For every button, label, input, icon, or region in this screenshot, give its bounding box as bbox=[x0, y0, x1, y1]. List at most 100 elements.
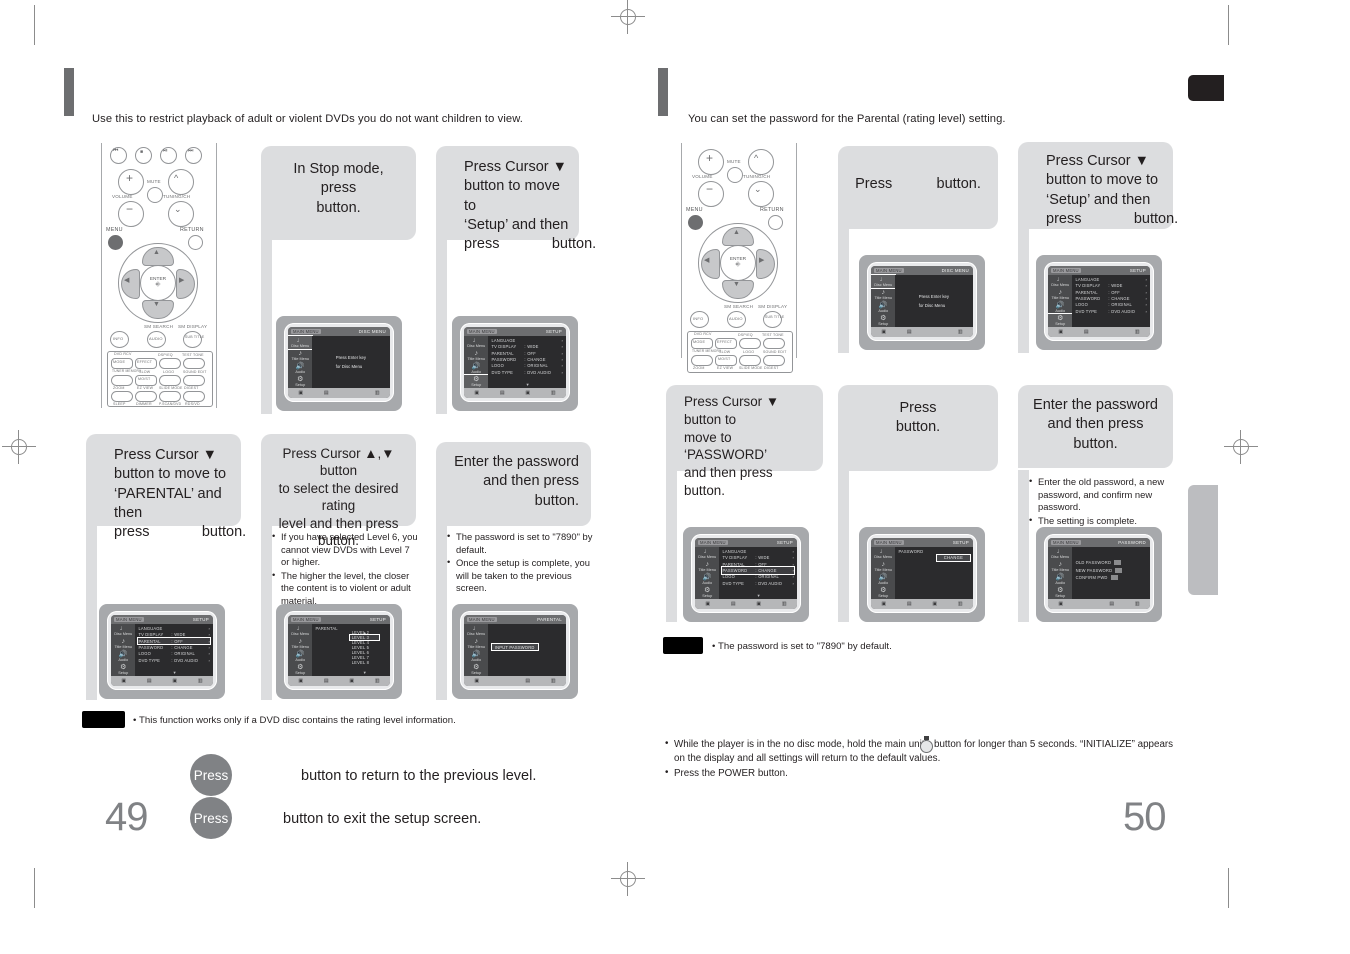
row-arrow: › bbox=[208, 651, 210, 657]
botbar-icon-3: ▣ bbox=[756, 601, 762, 608]
r-test-tone-label: TEST TONE bbox=[762, 333, 784, 337]
row-arrow: › bbox=[561, 357, 563, 363]
rstep3-screen: MAIN MENU SETUP ♩ Disc Menu ♪ Title Menu 🔊… bbox=[683, 527, 809, 622]
test-tone-button bbox=[183, 358, 205, 369]
step3-sidebar-label-3: Setup bbox=[118, 670, 129, 675]
rstep1-sidebar-label-0: Disc Menu bbox=[874, 282, 893, 287]
r-dvd-rcv-group-label: DVD RCV bbox=[694, 332, 712, 336]
scroll-down-icon: ▼ bbox=[362, 670, 367, 676]
r-test-tone-button bbox=[763, 338, 785, 349]
step1-sidebar-label-1: Title Menu bbox=[291, 356, 310, 361]
step2-sidebar-label-1: Title Menu bbox=[467, 356, 486, 361]
right-gray-tab bbox=[1188, 485, 1218, 595]
gear-icon: ⚙ bbox=[880, 586, 887, 594]
row-name: TV DISPLAY bbox=[722, 555, 748, 561]
botbar-icon-4: ▥ bbox=[957, 329, 963, 336]
rstep4-line-2: button. bbox=[895, 419, 941, 436]
r-return-label: RETURN bbox=[760, 207, 784, 213]
title-icon: ♪ bbox=[121, 637, 125, 645]
rstep1-sidebar-disc-menu: ♩ Disc Menu bbox=[871, 273, 897, 289]
step4-osd-title-left: MAIN MENU bbox=[291, 616, 321, 622]
row-name: TV DISPLAY bbox=[1075, 283, 1101, 289]
row-value: OFF bbox=[1111, 289, 1120, 295]
zoom-label: ZOOM bbox=[113, 386, 125, 390]
step4-osd-title-right: SETUP bbox=[369, 617, 386, 622]
row-arrow: › bbox=[1145, 283, 1147, 289]
footer-press-circle-2[interactable]: Press bbox=[190, 797, 232, 839]
disc-icon: ♩ bbox=[472, 336, 480, 344]
subtitle-button bbox=[183, 331, 202, 348]
step3-sidebar-label-2: Audio bbox=[118, 657, 129, 662]
minus-glyph: − bbox=[126, 202, 134, 216]
rstep3-osd-title-right: SETUP bbox=[776, 540, 793, 545]
row-name: TV DISPLAY bbox=[491, 344, 517, 350]
step5-sidebar-label-3: Setup bbox=[471, 670, 482, 675]
r-tuning-up-button bbox=[748, 149, 774, 175]
row-name: DVD TYPE bbox=[138, 657, 161, 663]
rstep3-row-5: DVD TYPE: DVD AUDIO › bbox=[722, 580, 794, 586]
rstep1-sidebar-setup: ⚙ Setup bbox=[871, 314, 895, 327]
rstep5-sidebar-label-1: Title Menu bbox=[1051, 567, 1070, 572]
audio-btn-label: AUDIO bbox=[149, 336, 163, 341]
step4-note-2: The higher the level, the closer the con… bbox=[272, 569, 420, 608]
new-password-label: NEW PASSWORD bbox=[1075, 567, 1113, 573]
chevron-down-icon: ▼ bbox=[153, 301, 160, 308]
step5-notes: The password is set to "7890" by default… bbox=[447, 530, 599, 596]
step5-sidebar-label-2: Audio bbox=[471, 657, 482, 662]
rstep1-sidebar-label-3: Setup bbox=[878, 321, 889, 326]
r-leader-step1 bbox=[838, 228, 849, 353]
step5-screen: MAIN MENU PARENTAL ♩ Disc Menu ♪ Title Men… bbox=[452, 604, 578, 699]
right-intro-text: You can set the password for the Parenta… bbox=[688, 113, 1006, 125]
remote-control-left: ⏮ ■ ⏯ ⏭ + − VOLUME MUTE ^ ⌄ TUNING/CH ME… bbox=[101, 143, 217, 408]
speaker-icon: 🔊 bbox=[118, 650, 128, 658]
old-password-label: OLD PASSWORD bbox=[1075, 560, 1112, 566]
rstep5-notes: Enter the old password, a new password, … bbox=[1029, 475, 1179, 528]
row-name: TV DISPLAY bbox=[138, 632, 164, 638]
rstep3-balloon: Press Cursor ▼ button to move to ‘PASSWO… bbox=[666, 385, 823, 498]
r-sound-edit-label: SOUND EDIT bbox=[763, 350, 787, 354]
row-arrow: › bbox=[561, 344, 563, 350]
botbar-icon-3: ▣ bbox=[932, 601, 938, 608]
rstep2-screen: MAIN MENU SETUP ♩ Disc Menu ♪ Title Menu 🔊… bbox=[1036, 255, 1162, 350]
r-menu-label: MENU bbox=[686, 207, 703, 213]
rstep2-osd-title-left: MAIN MENU bbox=[1051, 267, 1081, 273]
speaker-icon: 🔊 bbox=[702, 573, 712, 581]
r-tuner-memory-button bbox=[691, 355, 713, 366]
step4-sidebar-label-1: Title Menu bbox=[291, 644, 310, 649]
dsp-eq-button bbox=[159, 358, 181, 369]
gear-icon: ⚙ bbox=[880, 314, 887, 322]
r-dsp-eq-label: DSP/EQ bbox=[738, 333, 753, 337]
prev-glyph: ⏮ bbox=[113, 148, 119, 154]
footer-press-circle-1[interactable]: Press bbox=[190, 754, 232, 796]
row-arrow: › bbox=[561, 350, 563, 356]
rstep4-sidebar-label-0: Disc Menu bbox=[874, 554, 893, 559]
step1-line-3: button. bbox=[316, 199, 361, 216]
rstep4-balloon: Press button. bbox=[838, 385, 998, 471]
row-name: LOGO bbox=[1075, 302, 1088, 308]
rstep1-sidebar-label-2: Audio bbox=[878, 308, 889, 313]
disc-icon: ♩ bbox=[1056, 547, 1064, 555]
row-arrow: › bbox=[561, 338, 563, 344]
step5-sidebar-label-0: Disc Menu bbox=[467, 631, 486, 636]
step4-screen: MAIN MENU SETUP ♩ Disc Menu ♪ Title Menu 🔊… bbox=[276, 604, 402, 699]
step3-sidebar-setup: ⚙ Setup bbox=[111, 663, 135, 676]
r-chev-down-glyph: ⌄ bbox=[754, 184, 762, 194]
row-name: PARENTAL bbox=[722, 561, 745, 567]
rstep3-line-3: and then press bbox=[684, 465, 773, 481]
rstep3-osd-title-left: MAIN MENU bbox=[698, 539, 728, 545]
sm-display-label: SM DISPLAY bbox=[178, 324, 208, 329]
r-leader-step3 bbox=[666, 470, 677, 622]
right-thumb-tab bbox=[1188, 75, 1224, 101]
rstep2-sidebar-audio: 🔊 Audio bbox=[1048, 301, 1072, 314]
row-arrow: › bbox=[792, 561, 794, 567]
level-item-6: LEVEL 8 bbox=[351, 660, 370, 666]
r-sm-search-label: SM SEARCH bbox=[724, 304, 754, 309]
title-icon: ♪ bbox=[298, 349, 302, 357]
r-mode-label: MODE bbox=[693, 340, 706, 344]
password-label: PASSWORD bbox=[898, 549, 924, 555]
rstep5-sidebar-label-2: Audio bbox=[1055, 580, 1066, 585]
botbar-icon-3: ▤ bbox=[1109, 601, 1115, 608]
botbar-icon-1: ▣ bbox=[881, 329, 887, 336]
mode-label: MODE bbox=[113, 360, 126, 364]
rstep1-screen: MAIN MENU DISC MENU ♩ Disc Menu ♪ Title Me… bbox=[859, 255, 985, 350]
